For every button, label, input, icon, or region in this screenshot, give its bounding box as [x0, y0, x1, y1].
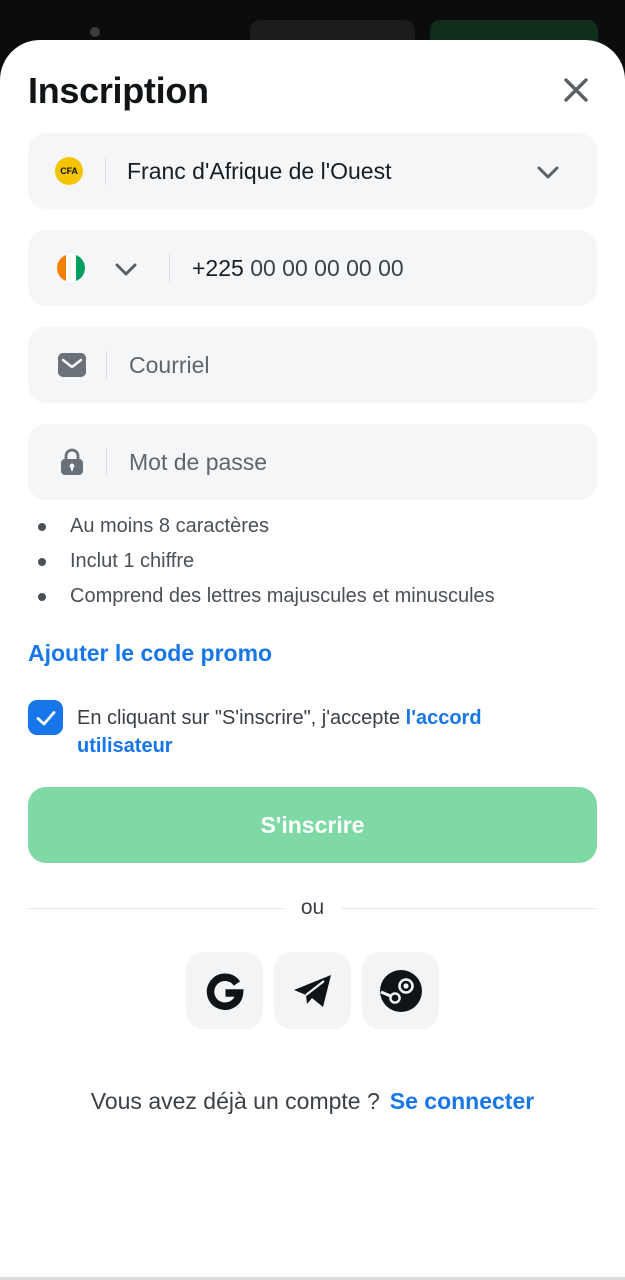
phone-prefix: +225 [192, 255, 244, 281]
add-promo-code-link[interactable]: Ajouter le code promo [28, 640, 272, 667]
phone-field[interactable]: +225 00 00 00 00 00 [28, 230, 597, 306]
close-icon [564, 78, 588, 102]
country-chevron-down-icon[interactable] [113, 256, 139, 282]
agreement-label: En cliquant sur "S'inscrire", j'accepte [77, 707, 406, 729]
field-divider [105, 157, 106, 185]
email-placeholder: Courriel [129, 352, 210, 378]
password-rule: Au moins 8 caractères [38, 514, 495, 549]
phone-input[interactable]: +225 00 00 00 00 00 [192, 255, 404, 282]
register-button[interactable]: S'inscrire [28, 787, 597, 863]
field-divider [169, 254, 170, 282]
field-divider [106, 351, 107, 379]
password-rule: Inclut 1 chiffre [38, 549, 495, 584]
checkmark-icon [36, 710, 55, 725]
close-button[interactable] [560, 74, 592, 106]
telegram-icon [293, 974, 331, 1007]
background-dot [90, 27, 100, 37]
password-rule: Comprend des lettres majuscules et minus… [38, 584, 495, 619]
email-field[interactable]: Courriel [28, 327, 597, 403]
page-title: Inscription [28, 70, 209, 111]
agreement-checkbox[interactable] [28, 700, 63, 735]
lock-icon [61, 448, 83, 475]
field-divider [106, 448, 107, 476]
telegram-login-button[interactable] [274, 952, 351, 1029]
steam-login-button[interactable] [362, 952, 439, 1029]
phone-placeholder: 00 00 00 00 00 [250, 255, 404, 281]
agreement-text: En cliquant sur "S'inscrire", j'accepte … [77, 704, 577, 760]
steam-icon [379, 969, 422, 1012]
google-icon [206, 973, 244, 1010]
google-login-button[interactable] [186, 952, 263, 1029]
password-field[interactable]: Mot de passe [28, 424, 597, 500]
currency-select[interactable]: CFA Franc d'Afrique de l'Ouest [28, 133, 597, 209]
chevron-down-icon [537, 166, 559, 179]
or-divider-right [342, 908, 597, 909]
login-prompt: Vous avez déjà un compte ? Se connecter [0, 1088, 625, 1115]
currency-value: Franc d'Afrique de l'Ouest [127, 158, 392, 184]
login-link[interactable]: Se connecter [390, 1088, 534, 1114]
password-rules: Au moins 8 caractères Inclut 1 chiffre C… [38, 514, 495, 619]
login-question: Vous avez déjà un compte ? [90, 1088, 380, 1114]
cote-divoire-flag-icon [57, 254, 85, 282]
registration-sheet: Inscription CFA Franc d'Afrique de l'Oue… [0, 40, 625, 1280]
envelope-icon [58, 353, 86, 377]
password-placeholder: Mot de passe [129, 449, 268, 475]
cfa-currency-icon: CFA [55, 157, 83, 185]
